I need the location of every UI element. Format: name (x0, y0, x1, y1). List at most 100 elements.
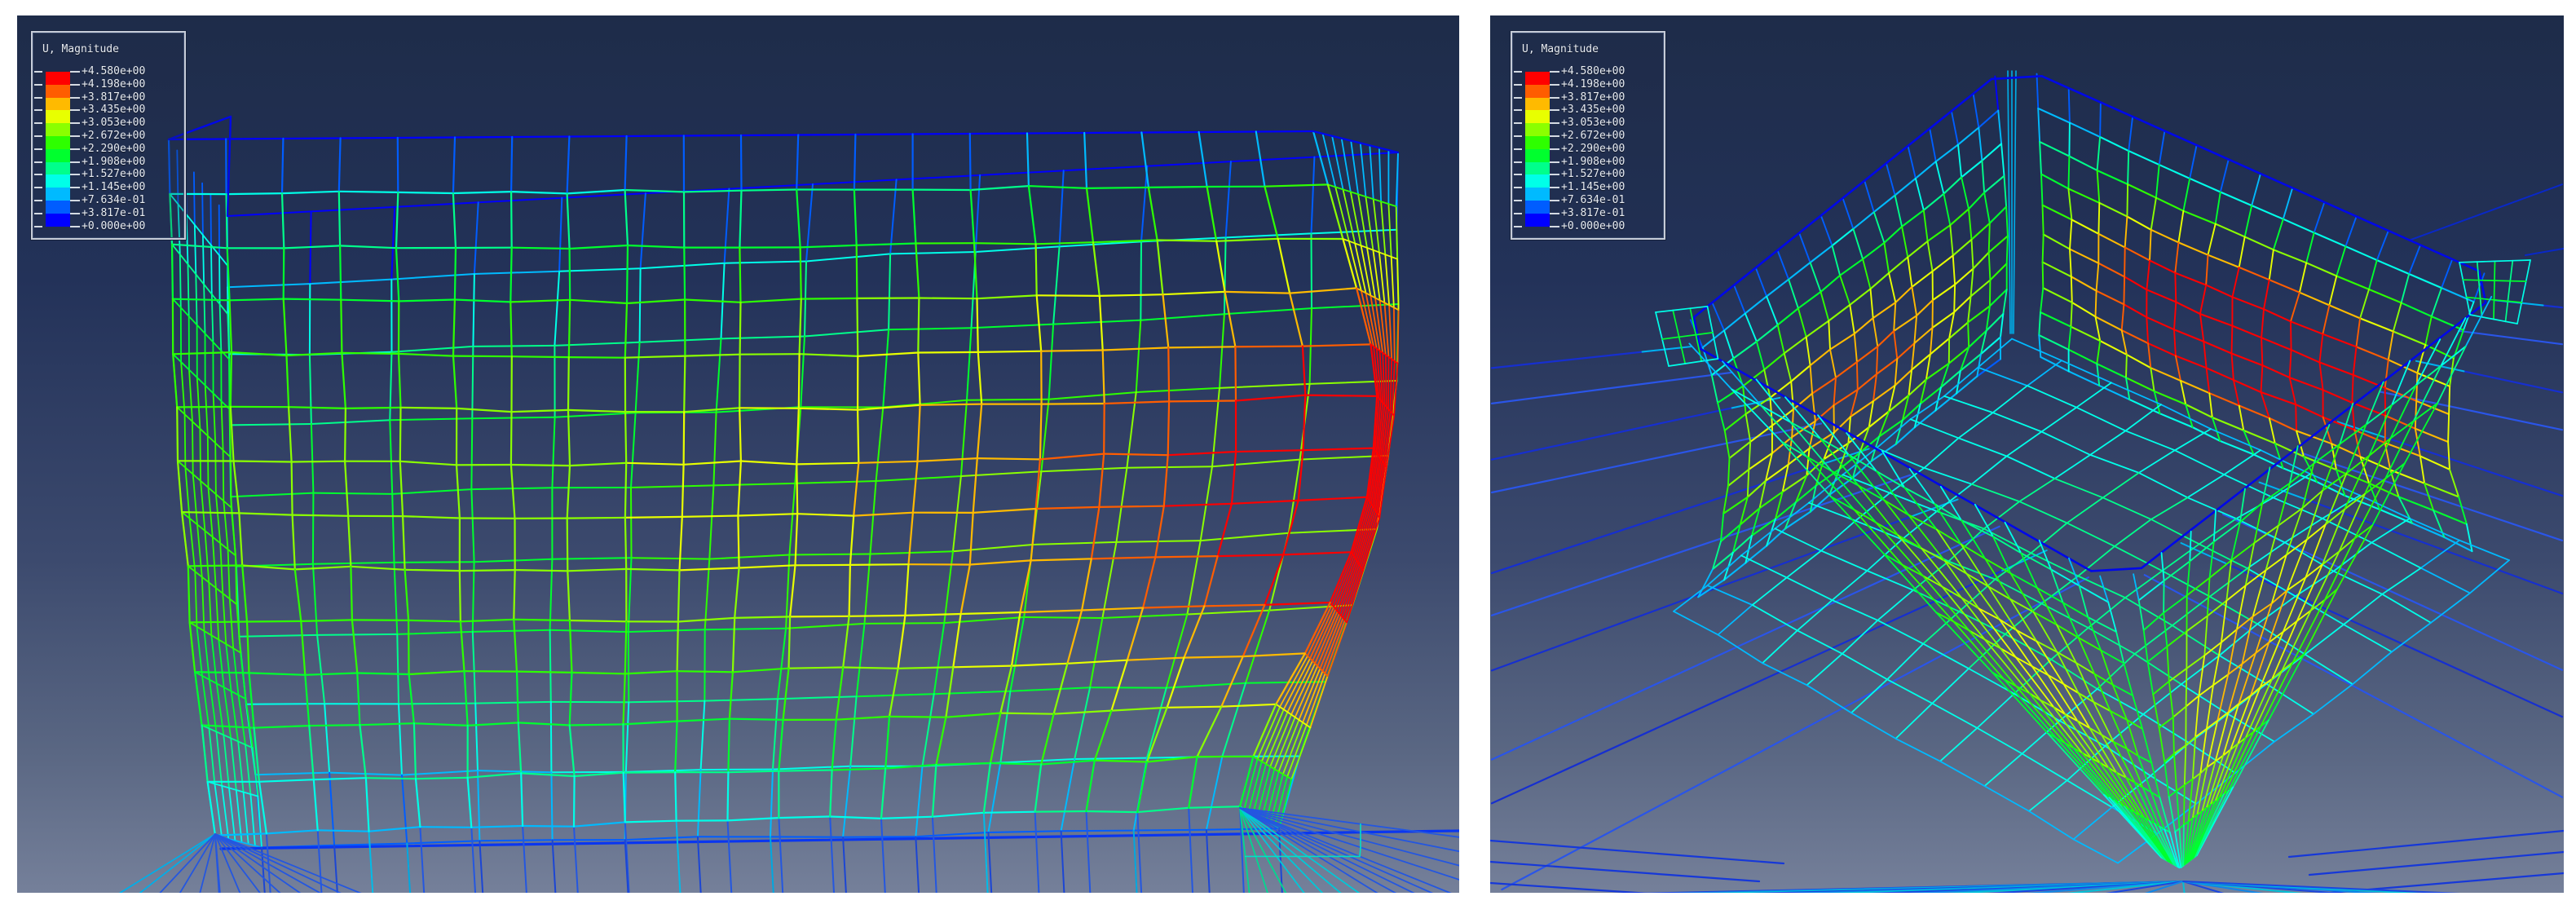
mesh-line (984, 763, 990, 813)
mesh-line (359, 725, 366, 778)
mesh-line (779, 817, 830, 819)
mesh-line (465, 671, 468, 726)
mesh-line (2322, 334, 2356, 347)
mesh-line (2169, 682, 2173, 717)
mesh-line (625, 621, 627, 673)
mesh-line (801, 298, 858, 299)
mesh-line (1167, 658, 1184, 708)
mesh-line (2291, 350, 2320, 362)
mesh-line (1936, 161, 1944, 194)
viewport-side-view[interactable]: U, Magnitude +4.580e+00+4.198e+00+3.817e… (17, 15, 1459, 893)
mesh-line (1164, 455, 1168, 506)
mesh-line (1895, 179, 1916, 196)
mesh-line (210, 729, 215, 784)
mesh-line (1155, 556, 1217, 557)
mesh-line (1924, 438, 1958, 468)
mesh-line (625, 303, 627, 358)
mesh-line (2232, 326, 2261, 338)
mesh-line (453, 193, 456, 248)
mesh-line (734, 568, 739, 618)
mesh-line (2305, 655, 2353, 685)
legend-tick (1550, 122, 1559, 124)
mesh-line (2043, 205, 2044, 235)
back-wall-grid (227, 152, 1399, 847)
mesh-line (403, 516, 460, 518)
mesh-line (2470, 315, 2482, 317)
legend-tick (34, 226, 42, 227)
mesh-line (988, 763, 1000, 833)
mesh-line (739, 565, 796, 567)
legend-value: +1.145e+00 (82, 182, 145, 193)
mesh-line (1168, 347, 1169, 401)
mesh-line (2459, 331, 2562, 344)
mesh-line (2000, 648, 2016, 657)
mesh-line (1984, 501, 2019, 528)
legend-value: +2.290e+00 (82, 143, 145, 155)
mesh-line (1867, 571, 1913, 590)
mesh-line (1163, 292, 1225, 294)
mesh-line (2167, 631, 2186, 647)
mesh-line (1894, 302, 1895, 331)
mesh-line (1731, 390, 1761, 406)
mesh-line (521, 773, 574, 776)
mesh-line (1969, 630, 1985, 639)
mesh-line (2269, 280, 2300, 293)
mesh-line (2193, 773, 2201, 818)
legend-tick (1514, 148, 1522, 150)
mesh-line (1031, 509, 1036, 560)
mesh-line (795, 481, 876, 483)
mesh-line (738, 461, 741, 516)
mesh-line (2167, 647, 2168, 682)
mesh-line (2264, 280, 2269, 309)
mesh-line (739, 408, 741, 461)
mesh-line (220, 304, 222, 351)
legend-swatch (1525, 162, 1550, 175)
mesh-line (2097, 364, 2126, 377)
mesh-line (1100, 296, 1103, 351)
mesh-line (779, 770, 831, 771)
mesh-line (1833, 229, 1854, 246)
mesh-line (836, 717, 889, 720)
mesh-line (1490, 841, 1784, 863)
mesh-line (934, 691, 1011, 695)
mesh-line (247, 622, 249, 673)
mesh-line (185, 414, 186, 467)
mesh-line (554, 342, 639, 346)
mesh-line (208, 782, 215, 836)
mesh-line (188, 566, 242, 567)
mesh-line (405, 570, 460, 571)
mesh-line (1843, 198, 1854, 229)
mesh-line (1924, 468, 1971, 484)
mesh-line (395, 562, 474, 563)
mesh-line (202, 726, 208, 782)
mesh-line (2448, 442, 2450, 470)
mesh-line (512, 356, 569, 357)
mesh-line (2176, 302, 2200, 314)
mesh-line (2148, 662, 2154, 695)
mesh-line (2041, 408, 2076, 432)
mesh-line (1391, 359, 1392, 411)
mesh-line (1896, 704, 1933, 739)
legend-swatch (46, 162, 70, 175)
legend-tick (1514, 97, 1522, 99)
mesh-line (512, 248, 570, 249)
legend-value: +0.000e+00 (1561, 221, 1625, 232)
mesh-line (1842, 620, 1878, 654)
mesh-line (843, 766, 850, 837)
mesh-line (2040, 142, 2069, 157)
mesh-line (1310, 676, 1327, 727)
viewport-iso-view[interactable]: U, Magnitude +4.580e+00+4.198e+00+3.817e… (1490, 15, 2564, 893)
mesh-line (2175, 273, 2176, 302)
mesh-line (977, 295, 1037, 298)
mesh-line (1830, 333, 1855, 349)
mesh-line (625, 190, 684, 192)
mesh-line (1811, 263, 1821, 292)
mesh-line (1290, 288, 1356, 293)
mesh-line (1264, 184, 1328, 186)
mesh-line (190, 622, 247, 623)
mesh-line (1908, 515, 1937, 530)
mesh-line (1290, 294, 1303, 347)
mesh-line (1828, 321, 1830, 350)
mesh-line (570, 463, 626, 466)
mesh-line (1940, 728, 1977, 762)
